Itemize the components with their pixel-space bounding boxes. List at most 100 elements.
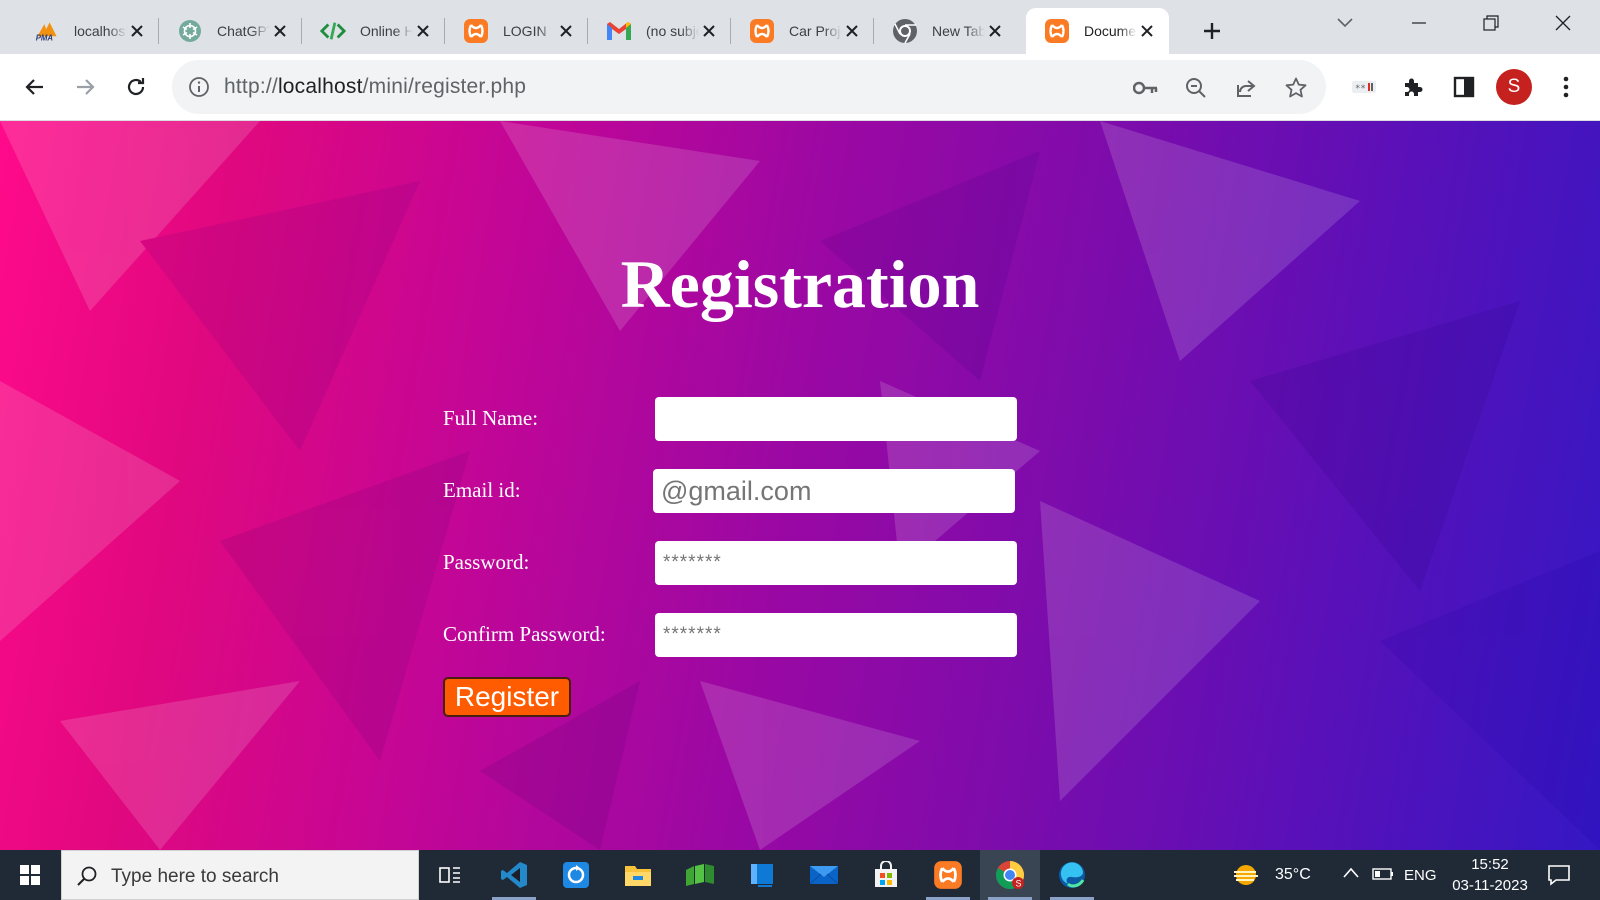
extension-badge-icon: ** [1352, 81, 1376, 94]
svg-text:**: ** [1355, 84, 1366, 94]
tab-online-editor[interactable]: Online HTML Editor [302, 8, 445, 54]
minimize-icon [1412, 22, 1426, 24]
arrow-left-icon [25, 79, 43, 95]
close-icon[interactable] [985, 21, 1005, 41]
tab-title: ChatGPT [217, 23, 270, 39]
close-icon[interactable] [842, 21, 862, 41]
close-icon[interactable] [127, 21, 147, 41]
xampp-icon[interactable] [918, 850, 978, 900]
zoom-out-icon[interactable] [1180, 72, 1212, 104]
battery-icon[interactable] [1372, 866, 1394, 887]
edge-icon[interactable] [1042, 850, 1102, 900]
tab-title: Car Project [789, 23, 842, 39]
xampp-icon [1044, 18, 1070, 44]
confirm-password-input[interactable] [655, 613, 1017, 657]
taskbar-search[interactable]: Type here to search [61, 850, 419, 900]
password-input[interactable] [655, 541, 1017, 585]
email-input[interactable] [653, 469, 1015, 513]
close-window-button[interactable] [1527, 0, 1599, 46]
tab-gmail[interactable]: (no subject) [588, 8, 731, 54]
chevron-down-icon [1337, 18, 1353, 28]
tab-login[interactable]: LOGIN [445, 8, 588, 54]
chrome-icon [892, 18, 918, 44]
address-bar[interactable]: http://localhost/mini/register.php [172, 60, 1326, 114]
forward-button[interactable] [66, 68, 104, 106]
close-icon[interactable] [270, 21, 290, 41]
minecraft-icon[interactable] [670, 850, 730, 900]
tab-phpmyadmin[interactable]: PMA localhost / localhost / mini [16, 8, 159, 54]
chevron-up-icon[interactable] [1342, 866, 1360, 885]
info-icon[interactable] [186, 74, 212, 100]
share-icon[interactable] [1230, 72, 1262, 104]
clock-time: 15:52 [1471, 856, 1509, 873]
notifications-icon[interactable] [1546, 862, 1572, 893]
page-title: Registration [620, 246, 980, 322]
browser-toolbar: http://localhost/mini/register.php ** S [0, 54, 1600, 121]
clock[interactable]: 15:52 03-11-2023 [1440, 854, 1540, 896]
minimize-button[interactable] [1383, 0, 1455, 46]
reload-button[interactable] [117, 68, 155, 106]
weather-icon[interactable] [1232, 862, 1264, 893]
confirm-password-label: Confirm Password: [443, 622, 606, 646]
chrome-icon[interactable]: S [980, 850, 1040, 900]
side-panel-button[interactable] [1445, 68, 1483, 106]
email-label: Email id: [443, 478, 521, 502]
extension-button[interactable]: ** [1345, 68, 1383, 106]
tab-title: Online HTML Editor [360, 23, 413, 39]
phpmyadmin-icon: PMA [34, 18, 60, 44]
xampp-icon [463, 18, 489, 44]
back-button[interactable] [16, 68, 54, 106]
xampp-icon [749, 18, 775, 44]
store-sidebar-icon[interactable] [732, 850, 792, 900]
side-panel-icon [1453, 76, 1475, 98]
puzzle-icon [1405, 78, 1423, 96]
arrow-right-icon [77, 79, 95, 95]
chatgpt-icon [177, 18, 203, 44]
search-placeholder: Type here to search [111, 866, 279, 887]
microsoft-store-icon[interactable] [856, 850, 916, 900]
weather-temperature: 35°C [1275, 866, 1311, 883]
vscode-icon[interactable] [484, 850, 544, 900]
close-icon [1555, 15, 1571, 31]
start-button[interactable] [0, 850, 60, 900]
close-icon[interactable] [1137, 21, 1157, 41]
svg-text:PMA: PMA [36, 34, 54, 43]
star-icon[interactable] [1280, 72, 1312, 104]
windows-icon [20, 865, 40, 885]
page-viewport: Registration Full Name: Email id: Passwo… [0, 121, 1600, 850]
refresh-app-icon[interactable] [546, 850, 606, 900]
restore-button[interactable] [1455, 0, 1527, 46]
tab-strip: PMA localhost / localhost / mini ChatGPT… [0, 0, 1600, 54]
gmail-icon [606, 18, 632, 44]
svg-text:S: S [1016, 879, 1022, 889]
register-button[interactable]: Register [443, 677, 571, 717]
url-path: /mini/register.php [362, 75, 527, 98]
tab-car-project[interactable]: Car Project [731, 8, 874, 54]
file-explorer-icon[interactable] [608, 850, 668, 900]
new-tab-button[interactable] [1194, 13, 1230, 49]
close-icon[interactable] [556, 21, 576, 41]
tab-title: localhost / localhost / mini [74, 23, 127, 39]
clock-date: 03-11-2023 [1452, 877, 1528, 894]
close-icon[interactable] [699, 21, 719, 41]
url-scheme: http:// [224, 75, 278, 98]
mail-icon[interactable] [794, 850, 854, 900]
close-icon[interactable] [413, 21, 433, 41]
avatar[interactable]: S [1496, 69, 1532, 105]
full-name-label: Full Name: [443, 406, 539, 430]
plus-icon [1204, 23, 1220, 39]
tab-title: (no subject) [646, 23, 699, 39]
extensions-button[interactable] [1394, 68, 1432, 106]
tab-search-button[interactable] [1310, 0, 1380, 46]
taskbar: Type here to search S 35°C ENG 15:52 03-… [0, 850, 1600, 900]
language-indicator[interactable]: ENG [1404, 867, 1437, 884]
tab-document[interactable]: Document [1026, 8, 1169, 54]
menu-button[interactable] [1547, 68, 1585, 106]
key-icon[interactable] [1130, 72, 1162, 104]
tab-chatgpt[interactable]: ChatGPT [159, 8, 302, 54]
full-name-input[interactable] [655, 397, 1017, 441]
task-view-icon[interactable] [420, 850, 480, 900]
code-editor-icon [320, 18, 346, 44]
tab-title: LOGIN [503, 23, 547, 39]
tab-new-tab[interactable]: New Tab [874, 8, 1017, 54]
